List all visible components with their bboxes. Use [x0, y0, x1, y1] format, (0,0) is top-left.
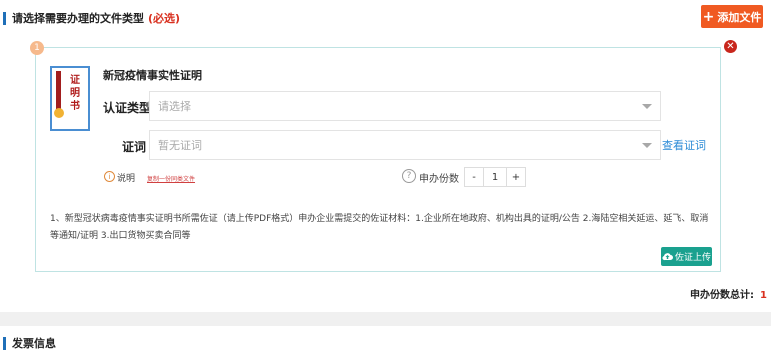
increment-button[interactable]: + — [507, 168, 525, 186]
copy-file-link[interactable]: 复制一份同类文件 — [147, 174, 195, 183]
chevron-down-icon — [642, 104, 652, 109]
help-icon[interactable]: ? — [402, 169, 416, 183]
quantity-stepper: - 1 + — [464, 167, 526, 187]
section-divider — [0, 312, 771, 326]
add-file-button[interactable]: + 添加文件 — [701, 5, 763, 28]
quantity-value[interactable]: 1 — [483, 168, 507, 186]
certificate-icon-text: 证 明 书 — [70, 75, 80, 112]
section-accent-bar — [3, 336, 6, 350]
cert-type-placeholder: 请选择 — [158, 100, 191, 113]
view-certificate-word-link[interactable]: 查看证词 — [662, 137, 706, 153]
invoice-section-header: 发票信息 — [3, 335, 56, 351]
add-file-label: 添加文件 — [717, 10, 762, 24]
upload-label: 佐证上传 — [674, 253, 711, 263]
seal-shape — [54, 108, 64, 118]
total-label: 申办份数总计: — [690, 290, 754, 301]
required-mark: (必选) — [148, 12, 181, 25]
chevron-down-icon — [642, 143, 652, 148]
section-title: 请选择需要办理的文件类型 — [12, 12, 144, 25]
cert-type-select[interactable]: 请选择 — [149, 91, 661, 121]
certificate-word-label: 证词 — [122, 140, 147, 154]
card-index-badge: 1 — [30, 41, 44, 55]
total-value: 1 — [760, 290, 767, 301]
decrement-button[interactable]: - — [465, 168, 483, 186]
certificate-word-placeholder: 暂无证词 — [158, 139, 202, 152]
section-accent-bar — [3, 11, 6, 25]
certificate-icon: 证 明 书 — [50, 66, 90, 131]
cert-type-label: 认证类型 — [103, 101, 152, 115]
requirement-description: 1、新型冠状病毒疫情事实证明书所需佐证（请上传PDF格式）申办企业需提交的佐证材… — [50, 214, 709, 241]
document-title: 新冠疫情事实性证明 — [103, 69, 202, 82]
note-label: 说明 — [117, 174, 136, 184]
copies-total: 申办份数总计: 1 — [690, 286, 767, 301]
invoice-section-title: 发票信息 — [12, 337, 56, 350]
close-icon[interactable]: ✕ — [724, 40, 737, 53]
plus-icon: + — [702, 8, 715, 25]
evidence-upload-button[interactable]: 佐证上传 — [661, 247, 712, 266]
certificate-word-select[interactable]: 暂无证词 — [149, 130, 661, 160]
file-type-section-header: 请选择需要办理的文件类型 (必选) — [3, 10, 180, 26]
info-icon: i — [104, 171, 115, 182]
cloud-upload-icon — [662, 253, 673, 261]
copies-label: 申办份数 — [419, 174, 459, 185]
